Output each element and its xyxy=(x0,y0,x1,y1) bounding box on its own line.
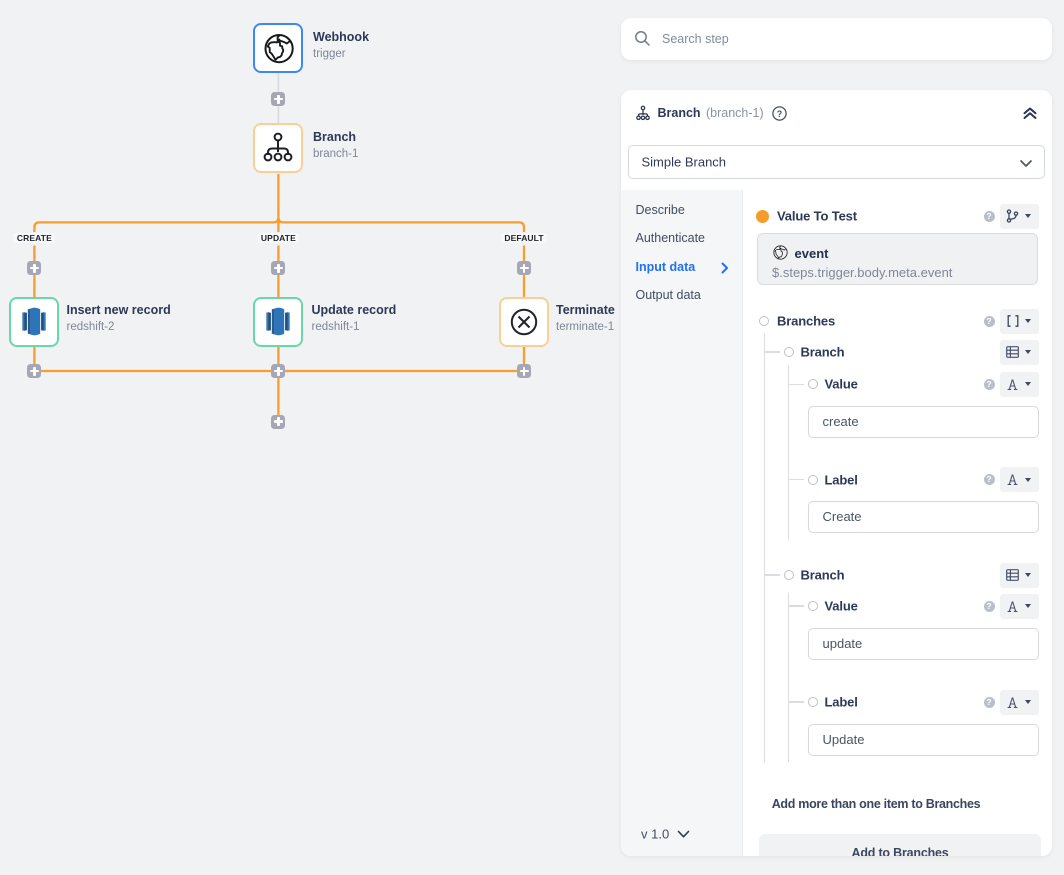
svg-text:?: ? xyxy=(777,109,783,119)
